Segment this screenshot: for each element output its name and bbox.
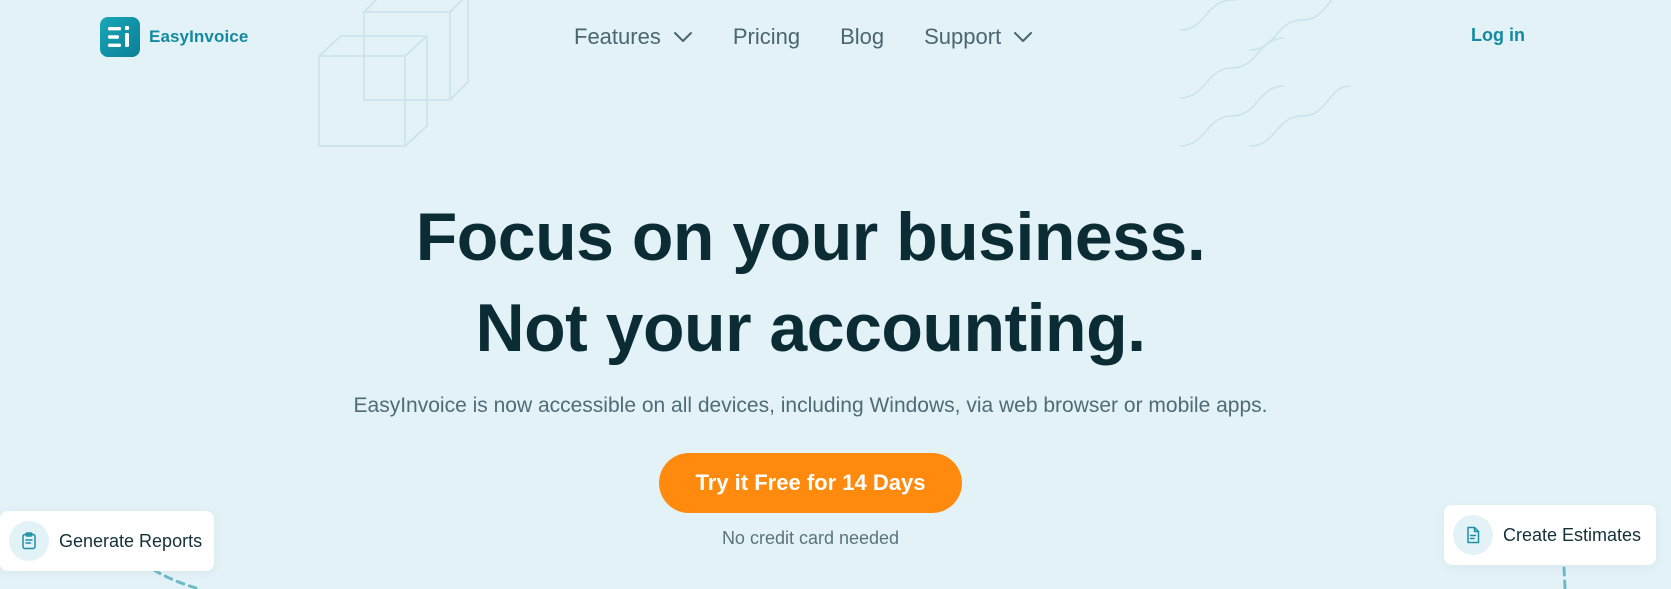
login-link[interactable]: Log in	[1471, 25, 1525, 46]
nav-item-label: Pricing	[732, 24, 801, 49]
nav-item-blog[interactable]: Blog	[840, 24, 884, 50]
hero-title-line-1: Focus on your business.	[415, 199, 1206, 275]
nav-item-features[interactable]: Features	[574, 24, 693, 50]
site-header: EasyInvoice Features Pricing Blog Suppor…	[0, 0, 1671, 74]
feature-card-generate-reports[interactable]: Generate Reports	[0, 511, 214, 571]
nav-item-label: Features	[574, 24, 661, 49]
chevron-down-icon	[1013, 31, 1033, 43]
easyinvoice-logo-icon	[100, 17, 140, 57]
feature-card-label: Generate Reports	[59, 530, 203, 551]
decorative-dashed-line-right	[1562, 566, 1567, 589]
nav-item-label: Blog	[840, 24, 885, 49]
chevron-down-icon	[673, 31, 693, 43]
logo-text: EasyInvoice	[149, 27, 249, 46]
document-icon	[1453, 515, 1493, 555]
logo-link[interactable]: EasyInvoice	[100, 17, 248, 57]
hero-subtitle: EasyInvoice is now accessible on all dev…	[353, 394, 1268, 417]
nav-item-label: Support	[924, 24, 1002, 49]
main-nav: Features Pricing Blog Support	[574, 20, 1073, 54]
clipboard-icon	[9, 521, 49, 561]
hero-title-line-2: Not your accounting.	[475, 290, 1147, 366]
feature-card-create-estimates[interactable]: Create Estimates	[1444, 505, 1656, 565]
nav-item-pricing[interactable]: Pricing	[733, 24, 800, 50]
decorative-dashed-line-left	[152, 568, 198, 589]
no-credit-card-note: No credit card needed	[721, 528, 900, 548]
feature-card-label: Create Estimates	[1503, 524, 1642, 545]
nav-item-support[interactable]: Support	[924, 24, 1033, 50]
try-free-button[interactable]: Try it Free for 14 Days	[659, 453, 962, 513]
